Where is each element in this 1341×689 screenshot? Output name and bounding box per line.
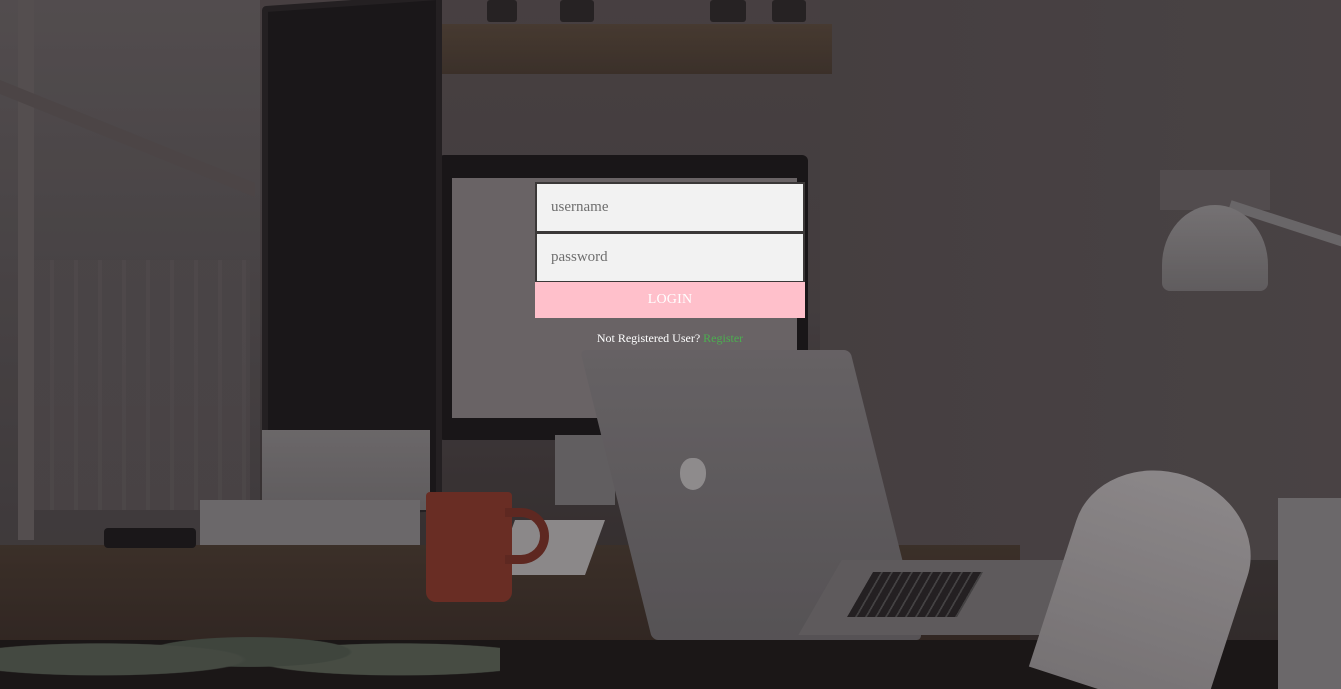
register-link[interactable]: Register (703, 331, 743, 345)
login-form: LOGIN Not Registered User? Register (535, 182, 805, 346)
username-input[interactable] (535, 182, 805, 232)
register-prompt: Not Registered User? Register (535, 331, 805, 346)
login-button[interactable]: LOGIN (535, 282, 805, 318)
password-input[interactable] (535, 232, 805, 282)
register-prompt-text: Not Registered User? (596, 331, 701, 345)
